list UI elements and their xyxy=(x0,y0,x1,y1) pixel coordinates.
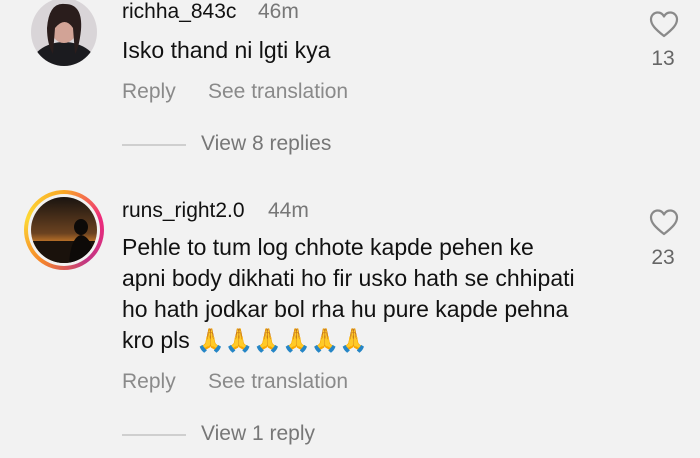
view-replies-button[interactable]: View 1 reply xyxy=(201,422,315,446)
replies-divider xyxy=(122,434,186,436)
heart-outline-icon[interactable] xyxy=(649,10,679,38)
comment-1: richha_843c 46m Isko thand ni lgti kya R… xyxy=(0,0,700,170)
comment-timestamp: 46m xyxy=(258,0,299,23)
reply-button[interactable]: Reply xyxy=(122,370,176,394)
heart-outline-icon[interactable] xyxy=(649,208,679,236)
replies-divider xyxy=(122,144,186,146)
see-translation-button[interactable]: See translation xyxy=(208,80,348,104)
user-photo xyxy=(31,197,97,263)
avatar[interactable] xyxy=(31,0,97,66)
comment-2: runs_right2.0 44m Pehle to tum log chhot… xyxy=(0,190,700,458)
see-translation-button[interactable]: See translation xyxy=(208,370,348,394)
user-photo xyxy=(31,0,97,66)
like-count: 23 xyxy=(651,246,675,269)
like-count: 13 xyxy=(651,47,675,70)
comment-timestamp: 44m xyxy=(268,199,309,222)
comment-username[interactable]: runs_right2.0 xyxy=(122,199,245,223)
comment-text: Isko thand ni lgti kya xyxy=(122,37,331,63)
comment-text: Pehle to tum log chhote kapde pehen ke a… xyxy=(122,234,575,353)
view-replies-button[interactable]: View 8 replies xyxy=(201,132,331,156)
story-ring[interactable] xyxy=(24,190,104,270)
reply-button[interactable]: Reply xyxy=(122,80,176,104)
comment-username[interactable]: richha_843c xyxy=(122,0,236,24)
avatar[interactable] xyxy=(31,197,97,263)
